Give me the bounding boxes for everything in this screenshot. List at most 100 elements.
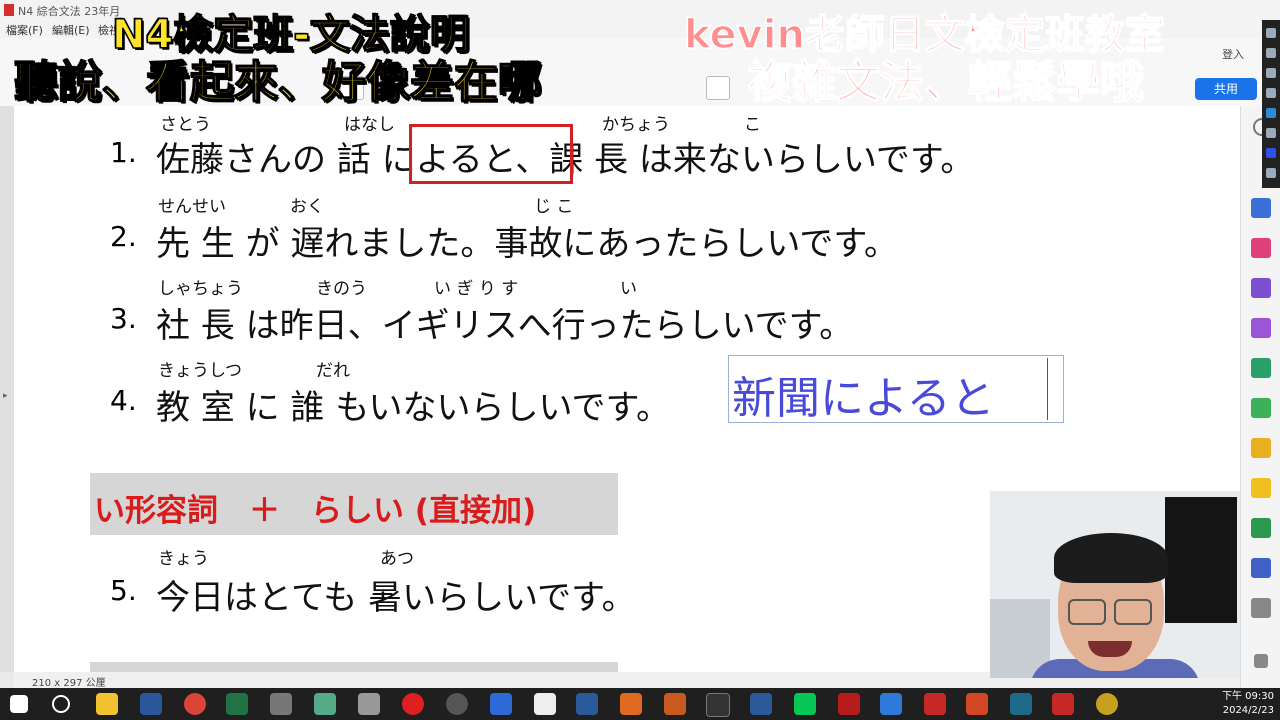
annotation-text: 新聞によると bbox=[732, 373, 995, 424]
sentence-text: 教 室 に 誰 もいないらしいです。 bbox=[156, 388, 671, 428]
right-toolbar bbox=[1240, 106, 1280, 688]
grammar-heading: い形容詞 ＋ らしい (直接加) bbox=[94, 493, 537, 529]
overlay-title-left-2: 聽說、看起來、好像差在哪 bbox=[13, 56, 543, 109]
app-icon[interactable] bbox=[924, 693, 946, 715]
ruby-3-a: しゃちょう bbox=[158, 279, 243, 299]
edit-icon[interactable] bbox=[1251, 318, 1271, 338]
line-icon[interactable] bbox=[794, 693, 816, 715]
system-clock[interactable]: 下午 09:30 2024/2/23 bbox=[1216, 690, 1274, 718]
obs-icon[interactable] bbox=[446, 693, 468, 715]
clock-time: 下午 09:30 bbox=[1222, 691, 1274, 702]
presenter-hair bbox=[1054, 533, 1168, 583]
sentence-text: 社 長 は昨日、イギリスへ行ったらしいです。 bbox=[156, 306, 854, 346]
ruby-2-a: せんせい bbox=[158, 197, 226, 217]
app-icon[interactable] bbox=[1052, 693, 1074, 715]
signin-button[interactable]: 登入 bbox=[1222, 46, 1244, 62]
capcut-icon[interactable] bbox=[706, 693, 730, 717]
ruby-3-c: い ぎ り す bbox=[434, 279, 519, 299]
app-icon[interactable] bbox=[1010, 693, 1032, 715]
sentence-text: 今日はとても 暑いらしいです。 bbox=[156, 578, 636, 618]
grammar-heading-band: い形容詞 ＋ らしい (直接加) bbox=[90, 473, 618, 535]
app-icon[interactable] bbox=[620, 693, 642, 715]
taskbar: 下午 09:30 2024/2/23 bbox=[0, 688, 1280, 720]
app-icon[interactable] bbox=[880, 693, 902, 715]
text-tool-icon[interactable] bbox=[1266, 108, 1276, 118]
sentence-text: 先 生 が 遅れました。事故にあったらしいです。 bbox=[156, 224, 899, 264]
sentence-2: せんせい おく じ こ 2. 先 生 が 遅れました。事故にあったらしいです。 bbox=[14, 188, 1014, 268]
export-icon[interactable] bbox=[1251, 198, 1271, 218]
acrobat-icon[interactable] bbox=[838, 693, 860, 715]
app-icon[interactable] bbox=[750, 693, 772, 715]
glasses-left bbox=[1068, 599, 1106, 625]
layout-icon[interactable] bbox=[706, 76, 730, 100]
word-icon[interactable] bbox=[140, 693, 162, 715]
collapse-panel-icon[interactable] bbox=[1254, 654, 1268, 668]
scan-icon[interactable] bbox=[1251, 438, 1271, 458]
settings-icon[interactable] bbox=[1266, 128, 1276, 138]
powerpoint-icon[interactable] bbox=[966, 693, 988, 715]
sentence-3: しゃちょう きのう い ぎ り す い 3. 社 長 は昨日、イギリスへ行ったら… bbox=[14, 270, 1014, 350]
ruby-5-b: あつ bbox=[380, 549, 414, 569]
app-icon[interactable] bbox=[490, 693, 512, 715]
create-pdf-icon[interactable] bbox=[1251, 358, 1271, 378]
marker-icon[interactable] bbox=[1266, 48, 1276, 58]
windows-start-icon[interactable] bbox=[10, 695, 28, 713]
overlay-title-right-2: 複雜文法、輕鬆學哦 bbox=[747, 56, 1145, 109]
ruby-4-a: きょうしつ bbox=[158, 361, 242, 381]
eraser-icon[interactable] bbox=[1266, 88, 1276, 98]
menu-file[interactable]: 檔案(F) bbox=[6, 22, 43, 38]
app-icon[interactable] bbox=[1096, 693, 1118, 715]
ruby-3-d: い bbox=[620, 279, 637, 299]
shape-icon[interactable] bbox=[1266, 68, 1276, 78]
expand-arrow-icon[interactable]: ▸ bbox=[3, 391, 8, 401]
window-title: N4 綜合文法 23年月 bbox=[18, 5, 121, 18]
excel-icon[interactable] bbox=[226, 693, 248, 715]
ruby-4-b: だれ bbox=[316, 361, 350, 381]
page-size: 210 x 297 公厘 bbox=[32, 678, 106, 689]
file-explorer-icon[interactable] bbox=[96, 693, 118, 715]
pen-icon[interactable] bbox=[1266, 28, 1276, 38]
clock-date: 2024/2/23 bbox=[1222, 705, 1274, 716]
sentence-number: 2. bbox=[110, 220, 137, 253]
webcam-video bbox=[990, 491, 1240, 678]
glasses-right bbox=[1114, 599, 1152, 625]
search-icon[interactable] bbox=[52, 695, 70, 713]
color-icon[interactable] bbox=[1266, 148, 1276, 158]
close-tools-icon[interactable] bbox=[1266, 168, 1276, 178]
sentence-number: 3. bbox=[110, 302, 137, 335]
sentence-5: きょう あつ 5. 今日はとても 暑いらしいです。 bbox=[14, 540, 1014, 620]
ruby-3-b: きのう bbox=[316, 279, 367, 299]
sentence-number: 1. bbox=[110, 136, 137, 169]
app-icon[interactable] bbox=[664, 693, 686, 715]
app-icon[interactable] bbox=[534, 693, 556, 715]
app-icon[interactable] bbox=[270, 693, 292, 715]
sentence-number: 5. bbox=[110, 574, 137, 607]
organize-icon[interactable] bbox=[1251, 238, 1271, 258]
chrome-icon[interactable] bbox=[184, 693, 206, 715]
more-tools-icon[interactable] bbox=[1251, 598, 1271, 618]
app-icon[interactable] bbox=[576, 693, 598, 715]
record-icon[interactable] bbox=[402, 693, 424, 715]
fill-sign-icon[interactable] bbox=[1251, 278, 1271, 298]
menu-edit[interactable]: 編輯(E) bbox=[52, 22, 90, 38]
app-icon[interactable] bbox=[358, 693, 380, 715]
combine-icon[interactable] bbox=[1251, 398, 1271, 418]
highlight-box bbox=[409, 124, 573, 184]
text-caret bbox=[1047, 358, 1048, 420]
background-tv bbox=[1165, 497, 1237, 623]
pdf-icon bbox=[4, 4, 14, 16]
ruby-5-a: きょう bbox=[158, 549, 209, 569]
page-bottom-band bbox=[90, 662, 618, 672]
left-panel[interactable]: ▸ bbox=[0, 106, 14, 672]
annotation-textbox[interactable]: 新聞によると bbox=[728, 355, 1064, 424]
sentence-number: 4. bbox=[110, 384, 137, 417]
comment-icon[interactable] bbox=[1251, 478, 1271, 498]
drawing-tools bbox=[1262, 20, 1280, 188]
share-button[interactable]: 共用 bbox=[1195, 78, 1257, 100]
protect-icon[interactable] bbox=[1251, 558, 1271, 578]
sentence-1: さとう はなし かちょう こ 1. 佐藤さんの 話 によると、課 長 は来ないら… bbox=[14, 106, 1014, 186]
print-icon[interactable] bbox=[1251, 518, 1271, 538]
ruby-2-c: じ こ bbox=[534, 197, 574, 217]
ruby-2-b: おく bbox=[290, 197, 324, 217]
app-icon[interactable] bbox=[314, 693, 336, 715]
